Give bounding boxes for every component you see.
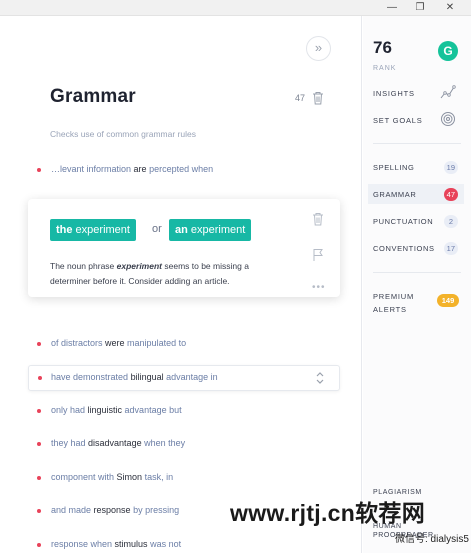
set-goals-link[interactable]: SET GOALS — [373, 116, 423, 125]
close-button[interactable]: ✕ — [437, 0, 463, 16]
category-count-badge: 2 — [444, 215, 458, 228]
suggestion-explanation: The noun phrase experiment seems to be m… — [50, 261, 249, 286]
expand-chevron-icon[interactable] — [315, 370, 325, 386]
minimize-button[interactable]: — — [379, 0, 405, 16]
watermark-subtext: 微信号: dialysis5 — [395, 534, 469, 545]
premium-count-badge: 149 — [437, 294, 459, 307]
insights-link[interactable]: INSIGHTS — [373, 89, 415, 98]
issue-item[interactable]: component with Simon task, in — [0, 466, 340, 492]
watermark-text: www.rjtj.cn软荐网 — [230, 500, 426, 526]
issue-dot — [37, 476, 41, 480]
or-label: or — [152, 223, 162, 235]
issue-dot — [37, 168, 41, 172]
issue-item[interactable]: have demonstrated bilingual advantage in — [28, 365, 340, 391]
sidebar-divider — [373, 272, 461, 273]
category-count-badge: 19 — [443, 161, 458, 174]
issue-text: and made response by pressing — [51, 505, 180, 515]
suggestion-option-the[interactable]: the experiment — [50, 219, 136, 241]
issue-item[interactable]: they had disadvantage when they — [0, 432, 340, 458]
grammar-panel: » Grammar 47 Checks use of common gramma… — [0, 16, 362, 553]
category-label: SPELLING — [373, 163, 415, 172]
collapse-panel-button[interactable]: » — [306, 36, 331, 61]
issue-count: 47 — [295, 93, 306, 103]
issue-text: …levant information are percepted when — [51, 164, 214, 174]
issue-text: response when stimulus was not — [51, 539, 182, 549]
issue-dot — [37, 509, 41, 513]
page-subtitle: Checks use of common grammar rules — [50, 129, 196, 139]
category-label: GRAMMAR — [373, 190, 417, 199]
sidebar-divider — [373, 143, 461, 144]
category-conventions[interactable]: CONVENTIONS 17 — [368, 238, 464, 258]
issue-dot — [37, 342, 41, 346]
score-value: 76 — [373, 38, 392, 57]
issue-dot — [37, 409, 41, 413]
grammarly-logo-icon[interactable]: G — [438, 41, 458, 61]
issue-item[interactable]: …levant information are percepted when — [0, 158, 340, 184]
category-punctuation[interactable]: PUNCTUATION 2 — [368, 211, 464, 231]
page-title: Grammar — [50, 86, 136, 107]
issue-text: component with Simon task, in — [51, 472, 174, 482]
target-icon[interactable] — [440, 111, 456, 127]
issue-text: of distractors were manipulated to — [51, 338, 187, 348]
window-title-bar: — ❐ ✕ — [0, 0, 471, 16]
category-grammar[interactable]: GRAMMAR 47 — [368, 184, 464, 204]
trash-icon[interactable] — [312, 212, 324, 226]
issue-dot — [38, 376, 42, 380]
issue-text: have demonstrated bilingual advantage in — [51, 372, 218, 382]
category-count-badge: 47 — [443, 188, 458, 201]
trash-icon[interactable] — [312, 91, 324, 105]
more-options-icon[interactable]: ••• — [312, 283, 326, 293]
issue-item[interactable]: of distractors were manipulated to — [0, 332, 340, 358]
issue-text: only had linguistic advantage but — [51, 405, 182, 415]
flag-icon[interactable] — [312, 248, 324, 262]
premium-alerts-link[interactable]: PREMIUM ALERTS — [373, 290, 414, 316]
maximize-button[interactable]: ❐ — [407, 0, 433, 16]
category-spelling[interactable]: SPELLING 19 — [368, 157, 464, 177]
issue-dot — [37, 442, 41, 446]
sidebar: 76 RANK G INSIGHTS SET GOALS SPELLING 19… — [363, 16, 471, 553]
issue-item[interactable]: only had linguistic advantage but — [0, 399, 340, 425]
category-label: CONVENTIONS — [373, 244, 435, 253]
issue-item[interactable]: response when stimulus was not — [0, 533, 340, 559]
insights-chart-icon[interactable] — [440, 84, 456, 100]
category-count-badge: 17 — [443, 242, 458, 255]
suggestion-option-an[interactable]: an experiment — [169, 219, 252, 241]
rank-label: RANK — [373, 65, 397, 72]
category-label: PUNCTUATION — [373, 217, 434, 226]
issue-text: they had disadvantage when they — [51, 438, 186, 448]
suggestion-card: the experiment or an experiment The noun… — [28, 199, 340, 297]
issue-dot — [37, 543, 41, 547]
